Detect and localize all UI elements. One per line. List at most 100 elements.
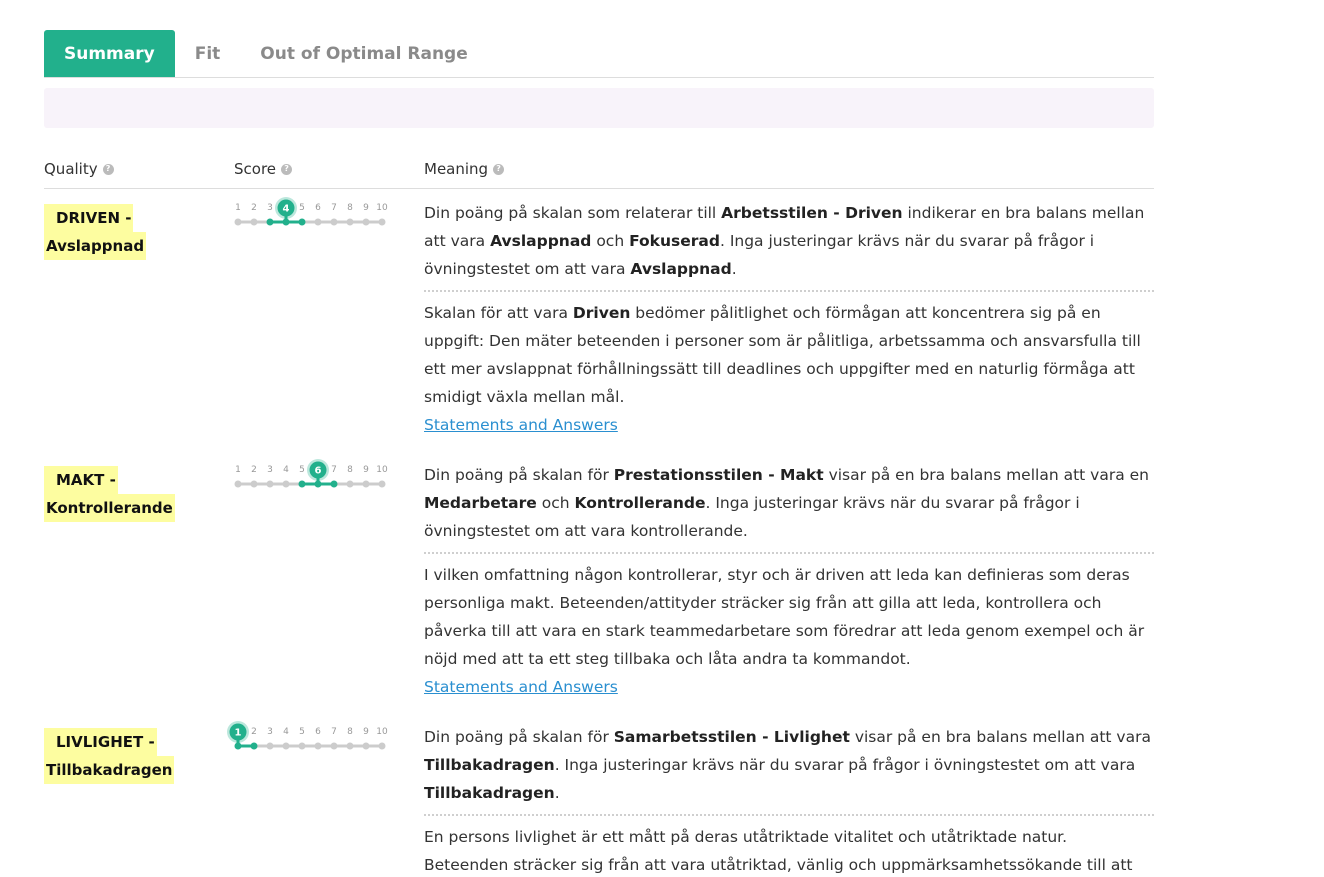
- scale-dot: [346, 480, 354, 488]
- scale-dot: [250, 480, 258, 488]
- score-scale-svg: 1 2 3 5 6 7 8 9 10 4: [234, 197, 388, 226]
- header-meaning: Meaning ?: [424, 160, 505, 178]
- tick-label: 1: [235, 465, 241, 475]
- scale-dot: [346, 742, 354, 750]
- dotted-divider: [424, 552, 1154, 554]
- tick-label: 10: [376, 727, 388, 737]
- score-value: 1: [235, 728, 242, 739]
- tick-label: 2: [251, 203, 257, 213]
- meaning-description: I vilken omfattning någon kontrollerar, …: [424, 566, 1145, 668]
- score-value: 6: [315, 466, 322, 477]
- meaning-description: Skalan för att vara Driven bedömer pålit…: [424, 304, 1141, 406]
- quality-name: DRIVEN -: [44, 204, 134, 232]
- scale-dot: [266, 218, 274, 226]
- scale-dot: [330, 218, 338, 226]
- scale-dot: [330, 480, 338, 488]
- scale-dot: [298, 218, 306, 226]
- scale-dot: [362, 480, 370, 488]
- header-divider: [44, 188, 1154, 189]
- header-meaning-label: Meaning: [424, 160, 489, 178]
- scale-dot: [378, 218, 386, 226]
- quality-name-secondary: Avslappnad: [44, 232, 147, 260]
- tick-label: 8: [347, 727, 353, 737]
- scale-dot: [234, 218, 242, 226]
- quality-label: MAKT - Kontrollerande: [44, 466, 175, 522]
- meaning-cell: Din poäng på skalan för Samarbetsstilen …: [424, 723, 1154, 877]
- scale-dot: [266, 742, 274, 750]
- score-scale: 1 2 3 4 5 7 8 9 10 6: [234, 458, 389, 498]
- quality-name: MAKT -: [44, 466, 118, 494]
- scale-dot: [314, 218, 322, 226]
- scale-dot: [298, 742, 306, 750]
- tick-label: 7: [331, 727, 337, 737]
- tick-label: 2: [251, 465, 257, 475]
- scale-dot: [250, 218, 258, 226]
- scale-dot: [298, 480, 306, 488]
- tick-label: 9: [363, 727, 369, 737]
- scale-dot: [378, 480, 386, 488]
- meaning-cell: Din poäng på skalan som relaterar till A…: [424, 199, 1154, 439]
- scale-dot: [282, 480, 290, 488]
- score-value: 4: [283, 204, 290, 215]
- tick-label: 5: [299, 727, 305, 737]
- header-score-label: Score: [234, 160, 277, 178]
- scale-dot: [250, 742, 258, 750]
- dotted-divider: [424, 814, 1154, 816]
- scale-dot: [314, 742, 322, 750]
- scale-dot: [330, 742, 338, 750]
- tick-label: 2: [251, 727, 257, 737]
- tab-out-of-optimal-range[interactable]: Out of Optimal Range: [240, 30, 487, 77]
- quality-label: LIVLIGHET - Tillbakadragen: [44, 728, 175, 784]
- tick-label: 5: [299, 203, 305, 213]
- tick-label: 8: [347, 203, 353, 213]
- quality-label: DRIVEN - Avslappnad: [44, 204, 147, 260]
- header-score: Score ?: [234, 160, 293, 178]
- score-scale: 1 2 3 5 6 7 8 9 10 4: [234, 196, 389, 236]
- info-banner: [44, 88, 1154, 128]
- scale-dot: [282, 742, 290, 750]
- tick-label: 6: [315, 727, 321, 737]
- help-icon[interactable]: ?: [102, 163, 114, 175]
- scale-dot: [266, 480, 274, 488]
- tab-bar: Summary Fit Out of Optimal Range: [44, 30, 1154, 78]
- score-scale: 2 3 4 5 6 7 8 9 10 1: [227, 720, 389, 760]
- tick-label: 7: [331, 203, 337, 213]
- tick-label: 4: [283, 727, 289, 737]
- meaning-summary: Din poäng på skalan som relaterar till A…: [424, 204, 1145, 278]
- score-scale-svg: 2 3 4 5 6 7 8 9 10 1: [227, 721, 388, 750]
- tick-label: 3: [267, 727, 273, 737]
- tick-label: 5: [299, 465, 305, 475]
- help-icon[interactable]: ?: [493, 163, 505, 175]
- help-icon[interactable]: ?: [281, 163, 293, 175]
- tick-label: 6: [315, 203, 321, 213]
- tick-label: 9: [363, 465, 369, 475]
- scale-dot: [346, 218, 354, 226]
- tick-label: 9: [363, 203, 369, 213]
- quality-name-secondary: Tillbakadragen: [44, 756, 175, 784]
- tick-label: 3: [267, 465, 273, 475]
- header-quality: Quality ?: [44, 160, 114, 178]
- tick-label: 8: [347, 465, 353, 475]
- quality-name: LIVLIGHET -: [44, 728, 157, 756]
- meaning-cell: Din poäng på skalan för Prestationsstile…: [424, 461, 1154, 701]
- scale-dot: [362, 218, 370, 226]
- quality-name-secondary: Kontrollerande: [44, 494, 175, 522]
- meaning-description: En persons livlighet är ett mått på dera…: [424, 828, 1133, 874]
- meaning-summary: Din poäng på skalan för Prestationsstile…: [424, 466, 1149, 540]
- scale-dot: [378, 742, 386, 750]
- tick-label: 10: [376, 465, 388, 475]
- tick-label: 1: [235, 203, 241, 213]
- score-scale-svg: 1 2 3 4 5 7 8 9 10 6: [234, 459, 388, 488]
- statements-and-answers-link[interactable]: Statements and Answers: [424, 678, 618, 696]
- tab-summary[interactable]: Summary: [44, 30, 175, 77]
- header-quality-label: Quality: [44, 160, 98, 178]
- statements-and-answers-link[interactable]: Statements and Answers: [424, 416, 618, 434]
- tick-label: 10: [376, 203, 388, 213]
- tick-label: 3: [267, 203, 273, 213]
- tick-label: 4: [283, 465, 289, 475]
- meaning-summary: Din poäng på skalan för Samarbetsstilen …: [424, 728, 1151, 802]
- tick-label: 7: [331, 465, 337, 475]
- tab-fit[interactable]: Fit: [175, 30, 241, 77]
- dotted-divider: [424, 290, 1154, 292]
- scale-dot: [362, 742, 370, 750]
